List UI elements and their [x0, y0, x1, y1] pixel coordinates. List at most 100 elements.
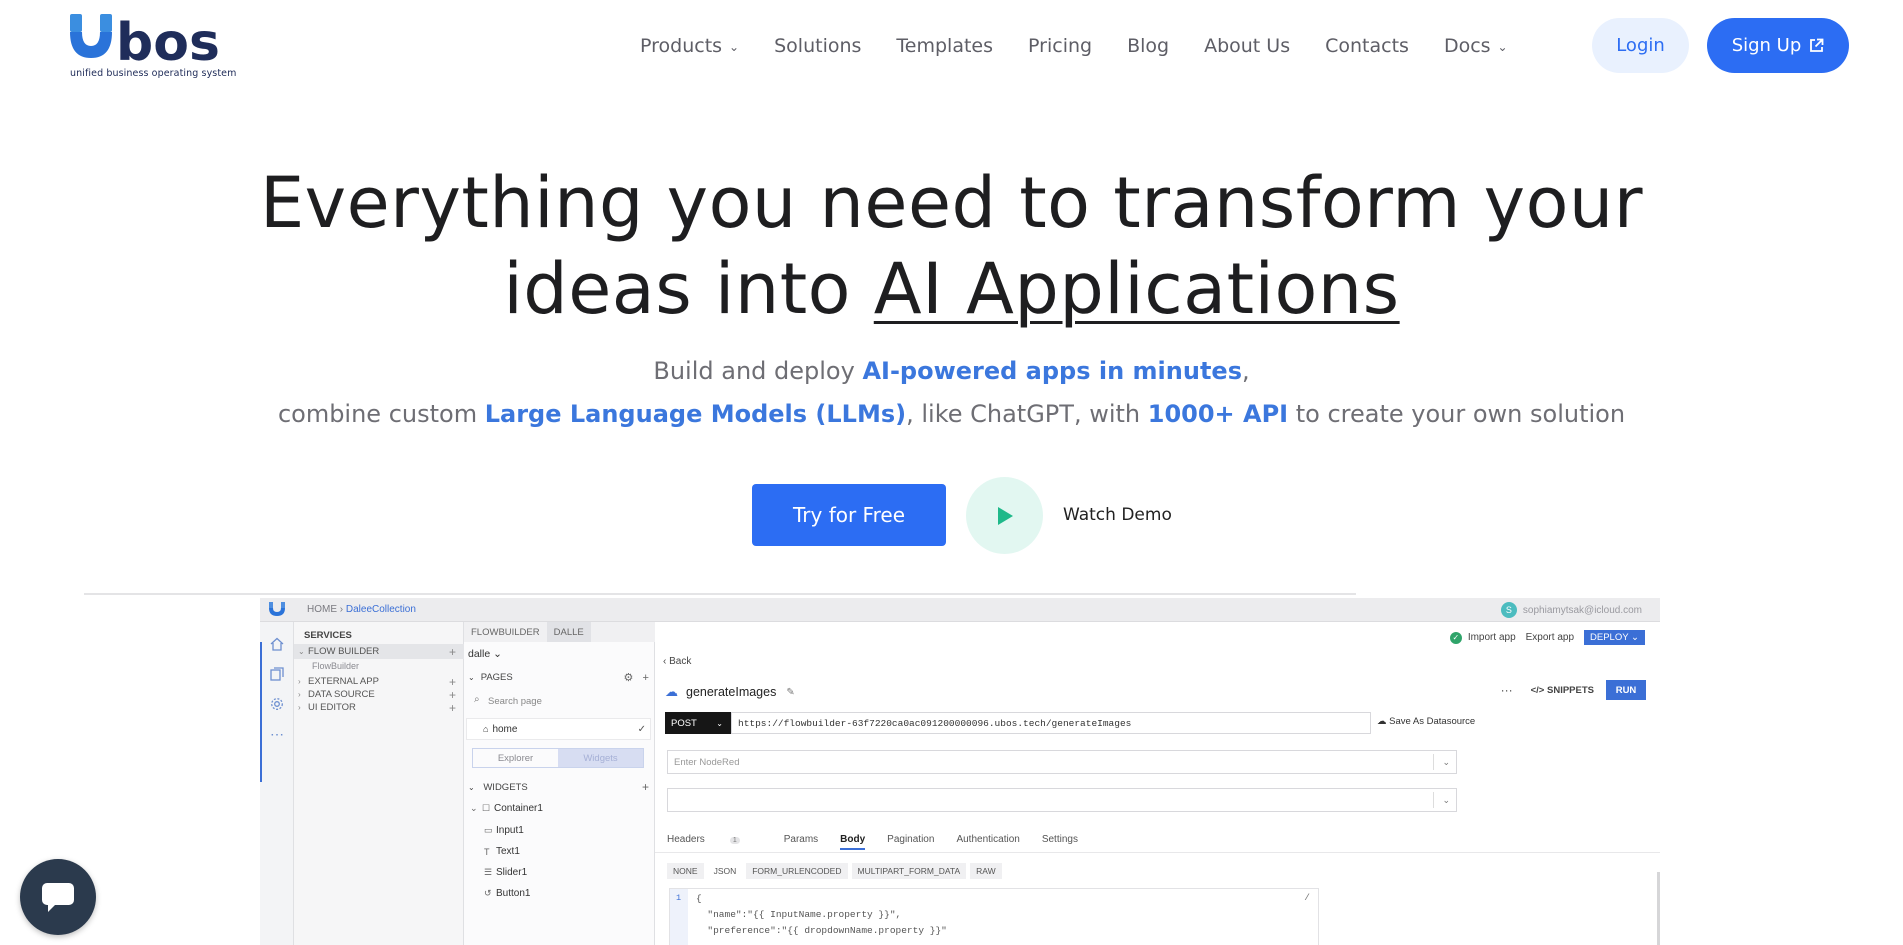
- settings-icon[interactable]: [269, 696, 285, 712]
- nav-docs-label: Docs: [1443, 35, 1491, 57]
- hero-sub-1b: ,: [1241, 357, 1250, 385]
- edit-pencil-icon[interactable]: ✎: [786, 687, 794, 698]
- tab-explorer[interactable]: Explorer: [473, 749, 558, 767]
- breadcrumb-current[interactable]: DaleeCollection: [346, 604, 416, 615]
- nav-about-us[interactable]: About Us: [1204, 35, 1290, 57]
- chevron-down-icon: ⌄: [1631, 632, 1639, 643]
- user-menu[interactable]: S sophiamytsak@icloud.com: [1500, 602, 1642, 618]
- more-icon[interactable]: ⋯: [269, 726, 285, 742]
- json-body-editor[interactable]: 1 { "name":"{{ InputName.property }}", "…: [669, 888, 1319, 945]
- nav-about-us-label: About Us: [1204, 35, 1291, 57]
- widget-container1[interactable]: ⌄ ☐ Container1: [470, 803, 543, 814]
- service-sub-flowbuilder[interactable]: FlowBuilder: [312, 661, 359, 671]
- container-icon: ☐: [482, 803, 491, 813]
- nav-products[interactable]: Products ⌄: [640, 35, 739, 57]
- url-input[interactable]: https://flowbuilder-63f7220ca0ac09120000…: [731, 712, 1371, 734]
- chat-widget-button[interactable]: [20, 859, 96, 935]
- avatar: S: [1500, 602, 1517, 618]
- plus-icon[interactable]: +: [449, 701, 456, 715]
- widget-button1[interactable]: ↺ Button1: [484, 888, 530, 899]
- app-topbar: HOME › DaleeCollection S sophiamytsak@ic…: [260, 598, 1660, 622]
- nav-contacts[interactable]: Contacts: [1325, 35, 1409, 57]
- tab-headers[interactable]: Headers 1: [667, 834, 762, 845]
- search-page-input[interactable]: ⌕ Search page: [470, 692, 650, 710]
- snippets-button[interactable]: </> SNIPPETS: [1531, 685, 1594, 696]
- service-flow-builder[interactable]: ⌄ FLOW BUILDER +: [294, 644, 464, 659]
- nav-templates-label: Templates: [896, 35, 994, 57]
- tab-dalle[interactable]: DALLE: [546, 622, 591, 642]
- hero-sub-1a: Build and deploy: [653, 357, 863, 385]
- nodered-select[interactable]: Enter NodeRed ⌄: [667, 750, 1457, 774]
- widget-input1[interactable]: ▭ Input1: [484, 825, 524, 836]
- widget-slider1[interactable]: ☰ Slider1: [484, 867, 527, 878]
- body-type-form-urlencoded[interactable]: FORM_URLENCODED: [746, 863, 848, 879]
- chat-bubble-icon: [42, 883, 74, 912]
- plus-icon[interactable]: +: [642, 780, 649, 794]
- export-app-button[interactable]: Export app: [1526, 632, 1574, 643]
- save-ds-label: Save As Datasource: [1389, 716, 1476, 727]
- app-select[interactable]: dalle ⌄: [468, 648, 502, 660]
- count-badge: 1: [729, 837, 740, 844]
- tab-pagination[interactable]: Pagination: [887, 834, 934, 845]
- body-type-multipart[interactable]: MULTIPART_FORM_DATA: [851, 863, 967, 879]
- service-label: FLOW BUILDER: [308, 646, 380, 657]
- nav-contacts-label: Contacts: [1325, 35, 1409, 57]
- watch-demo-link[interactable]: Watch Demo: [1063, 505, 1172, 525]
- body-type-json[interactable]: JSON: [707, 863, 743, 879]
- tab-params[interactable]: Params: [784, 834, 818, 845]
- hero-title: Everything you need to transform your id…: [0, 160, 1903, 332]
- main-nav: Products ⌄ Solutions Templates Pricing B…: [640, 30, 1543, 62]
- pages-icon[interactable]: [269, 666, 285, 682]
- nav-solutions[interactable]: Solutions: [774, 35, 861, 57]
- ubos-logo[interactable]: bos unified business operating system: [70, 12, 270, 82]
- deploy-label: DEPLOY: [1590, 632, 1629, 643]
- hero-title-underlined: AI Applications: [873, 248, 1400, 330]
- hero-sub-2-highlight-api: 1000+ API: [1147, 400, 1289, 428]
- chevron-down-icon: ⌄: [716, 718, 723, 728]
- home-icon[interactable]: [269, 636, 285, 652]
- breadcrumb-home[interactable]: HOME: [307, 604, 337, 615]
- nav-blog[interactable]: Blog: [1127, 35, 1169, 57]
- hero-sub-2b: , like ChatGPT, with: [906, 400, 1148, 428]
- ubos-small-logo-icon: [269, 602, 285, 616]
- login-button[interactable]: Login: [1592, 18, 1689, 73]
- pages-controls[interactable]: ⚙ +: [624, 671, 649, 684]
- tab-settings[interactable]: Settings: [1042, 834, 1078, 845]
- resize-handle-icon[interactable]: /: [1304, 892, 1310, 903]
- http-method-select[interactable]: POST ⌄: [665, 712, 731, 734]
- widget-label: Slider1: [496, 867, 528, 878]
- tab-flowbuilder[interactable]: FLOWBUILDER: [464, 622, 547, 642]
- page-item-home[interactable]: ⌂ home ✓: [466, 718, 651, 740]
- button-icon: ↺: [484, 888, 492, 898]
- run-button[interactable]: RUN: [1606, 680, 1646, 700]
- nav-pricing[interactable]: Pricing: [1028, 35, 1092, 57]
- sign-up-button[interactable]: Sign Up: [1707, 18, 1849, 73]
- try-for-free-button[interactable]: Try for Free: [752, 484, 946, 546]
- tab-widgets[interactable]: Widgets: [558, 749, 643, 767]
- back-link[interactable]: ‹ Back: [663, 656, 691, 667]
- code-line: "name":"{{ InputName.property }}",: [696, 909, 902, 920]
- watch-demo-play-button[interactable]: [966, 477, 1043, 554]
- svg-text:bos: bos: [116, 13, 220, 68]
- request-tabs: Headers 1 Params Body Pagination Authenti…: [667, 834, 1100, 850]
- nav-templates[interactable]: Templates: [896, 35, 993, 57]
- nav-blog-label: Blog: [1127, 35, 1170, 57]
- service-ui-editor[interactable]: › UI EDITOR +: [294, 700, 464, 715]
- secondary-select[interactable]: ⌄: [667, 788, 1457, 812]
- deploy-button[interactable]: DEPLOY ⌄: [1584, 630, 1645, 645]
- logo-tagline: unified business operating system: [70, 68, 237, 79]
- body-type-raw[interactable]: RAW: [970, 863, 1002, 879]
- widget-text1[interactable]: T Text1: [484, 846, 520, 857]
- chevron-down-icon: ⌄: [493, 648, 502, 660]
- more-options-icon[interactable]: ···: [1501, 683, 1513, 697]
- cloud-upload-icon: ☁: [1377, 716, 1390, 727]
- plus-icon[interactable]: +: [449, 645, 456, 659]
- nav-docs[interactable]: Docs ⌄: [1444, 35, 1508, 57]
- tab-body[interactable]: Body: [840, 834, 866, 850]
- import-app-button[interactable]: Import app: [1468, 632, 1516, 643]
- save-as-datasource-button[interactable]: ☁ Save As Datasource: [1377, 716, 1475, 727]
- tab-authentication[interactable]: Authentication: [956, 834, 1019, 845]
- body-type-none[interactable]: NONE: [667, 863, 704, 879]
- chevron-right-icon: ›: [298, 703, 301, 712]
- scrollbar[interactable]: [1657, 872, 1660, 945]
